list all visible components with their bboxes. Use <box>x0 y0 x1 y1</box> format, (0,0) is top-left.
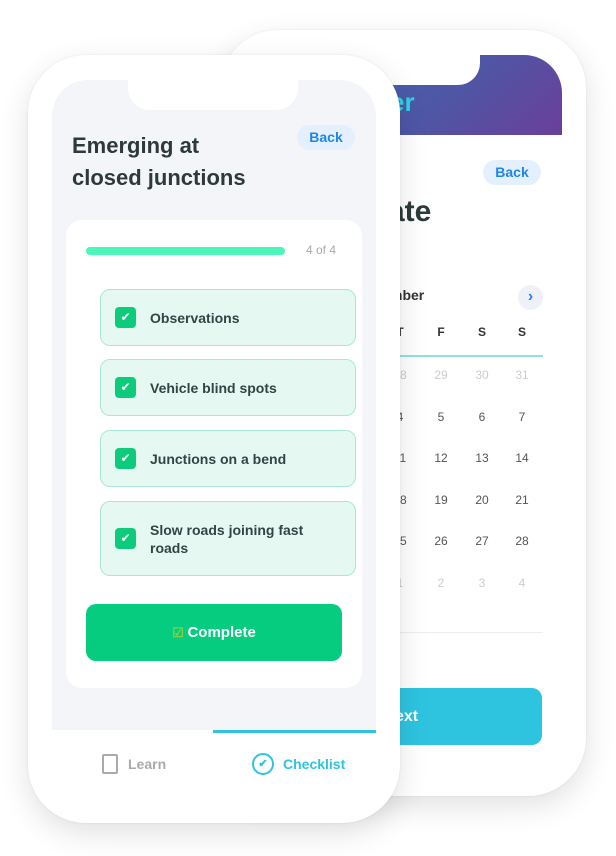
checklist-emoji-icon: ☑ <box>172 625 188 640</box>
calendar-day[interactable]: 13 <box>467 451 497 465</box>
checklist-screen: Emerging at closed junctions Back 4 of 4… <box>52 80 376 798</box>
chevron-right-icon[interactable]: › <box>518 285 543 310</box>
badge-check-icon: ✔ <box>252 753 274 775</box>
checklist-card: 4 of 4 ✔ Observations ✔ Vehicle blind spot… <box>66 220 362 688</box>
tab-label: Learn <box>128 756 167 772</box>
tab-learn[interactable]: Learn <box>102 744 166 784</box>
tab-checklist[interactable]: ✔ Checklist <box>252 744 345 784</box>
calendar-day[interactable]: 19 <box>426 493 456 507</box>
front-phone: Emerging at closed junctions Back 4 of 4… <box>28 55 400 823</box>
calendar-day[interactable]: 7 <box>507 410 537 424</box>
checkbox-checked-icon[interactable]: ✔ <box>115 307 136 328</box>
calendar-day[interactable]: 29 <box>426 368 456 382</box>
checkbox-checked-icon[interactable]: ✔ <box>115 377 136 398</box>
weekday-label: S <box>477 325 486 339</box>
progress-bar <box>86 247 285 255</box>
calendar-day[interactable]: 4 <box>507 576 537 590</box>
checkbox-checked-icon[interactable]: ✔ <box>115 528 136 549</box>
tab-label: Checklist <box>283 756 346 772</box>
calendar-day[interactable]: 5 <box>426 410 456 424</box>
weekday-label: S <box>517 325 526 339</box>
item-label: Junctions on a bend <box>150 450 287 467</box>
calendar-day[interactable]: 14 <box>507 451 537 465</box>
checklist-item[interactable]: ✔ Slow roads joining fast roads <box>100 501 356 576</box>
page-title: Emerging at closed junctions <box>72 130 246 194</box>
weekday-label: F <box>437 325 445 339</box>
checkbox-checked-icon[interactable]: ✔ <box>115 448 136 469</box>
calendar-day[interactable]: 6 <box>467 410 497 424</box>
progress-label: 4 of 4 <box>306 243 337 257</box>
checklist-item[interactable]: ✔ Observations <box>100 289 356 346</box>
calendar-day[interactable]: 26 <box>426 534 456 548</box>
calendar-day[interactable]: 27 <box>467 534 497 548</box>
divider <box>380 632 543 633</box>
notch <box>128 80 298 110</box>
tab-bar: Learn ✔ Checklist <box>52 730 376 798</box>
book-icon <box>102 754 118 774</box>
back-button[interactable]: Back <box>297 125 355 150</box>
checklist-item[interactable]: ✔ Vehicle blind spots <box>100 359 356 416</box>
checklist-item[interactable]: ✔ Junctions on a bend <box>100 430 356 487</box>
progress-fill <box>86 247 285 255</box>
calendar-day[interactable]: 20 <box>467 493 497 507</box>
back-button[interactable]: Back <box>483 160 541 185</box>
title-line-2: closed junctions <box>72 165 246 190</box>
calendar-day[interactable]: 28 <box>507 534 537 548</box>
calendar-day[interactable]: 12 <box>426 451 456 465</box>
calendar-day[interactable]: 31 <box>507 368 537 382</box>
complete-label: Complete <box>187 624 256 641</box>
calendar-day[interactable]: 30 <box>467 368 497 382</box>
item-label: Vehicle blind spots <box>150 379 277 396</box>
complete-button[interactable]: ☑ Complete <box>86 604 342 661</box>
item-label: Observations <box>150 309 240 326</box>
calendar-day[interactable]: 3 <box>467 576 497 590</box>
weekday-divider <box>380 355 543 357</box>
item-label: Slow roads joining fast roads <box>150 521 304 556</box>
title-line-1: Emerging at <box>72 133 200 158</box>
calendar-day[interactable]: 2 <box>426 576 456 590</box>
active-tab-indicator <box>213 730 376 733</box>
calendar-day[interactable]: 21 <box>507 493 537 507</box>
